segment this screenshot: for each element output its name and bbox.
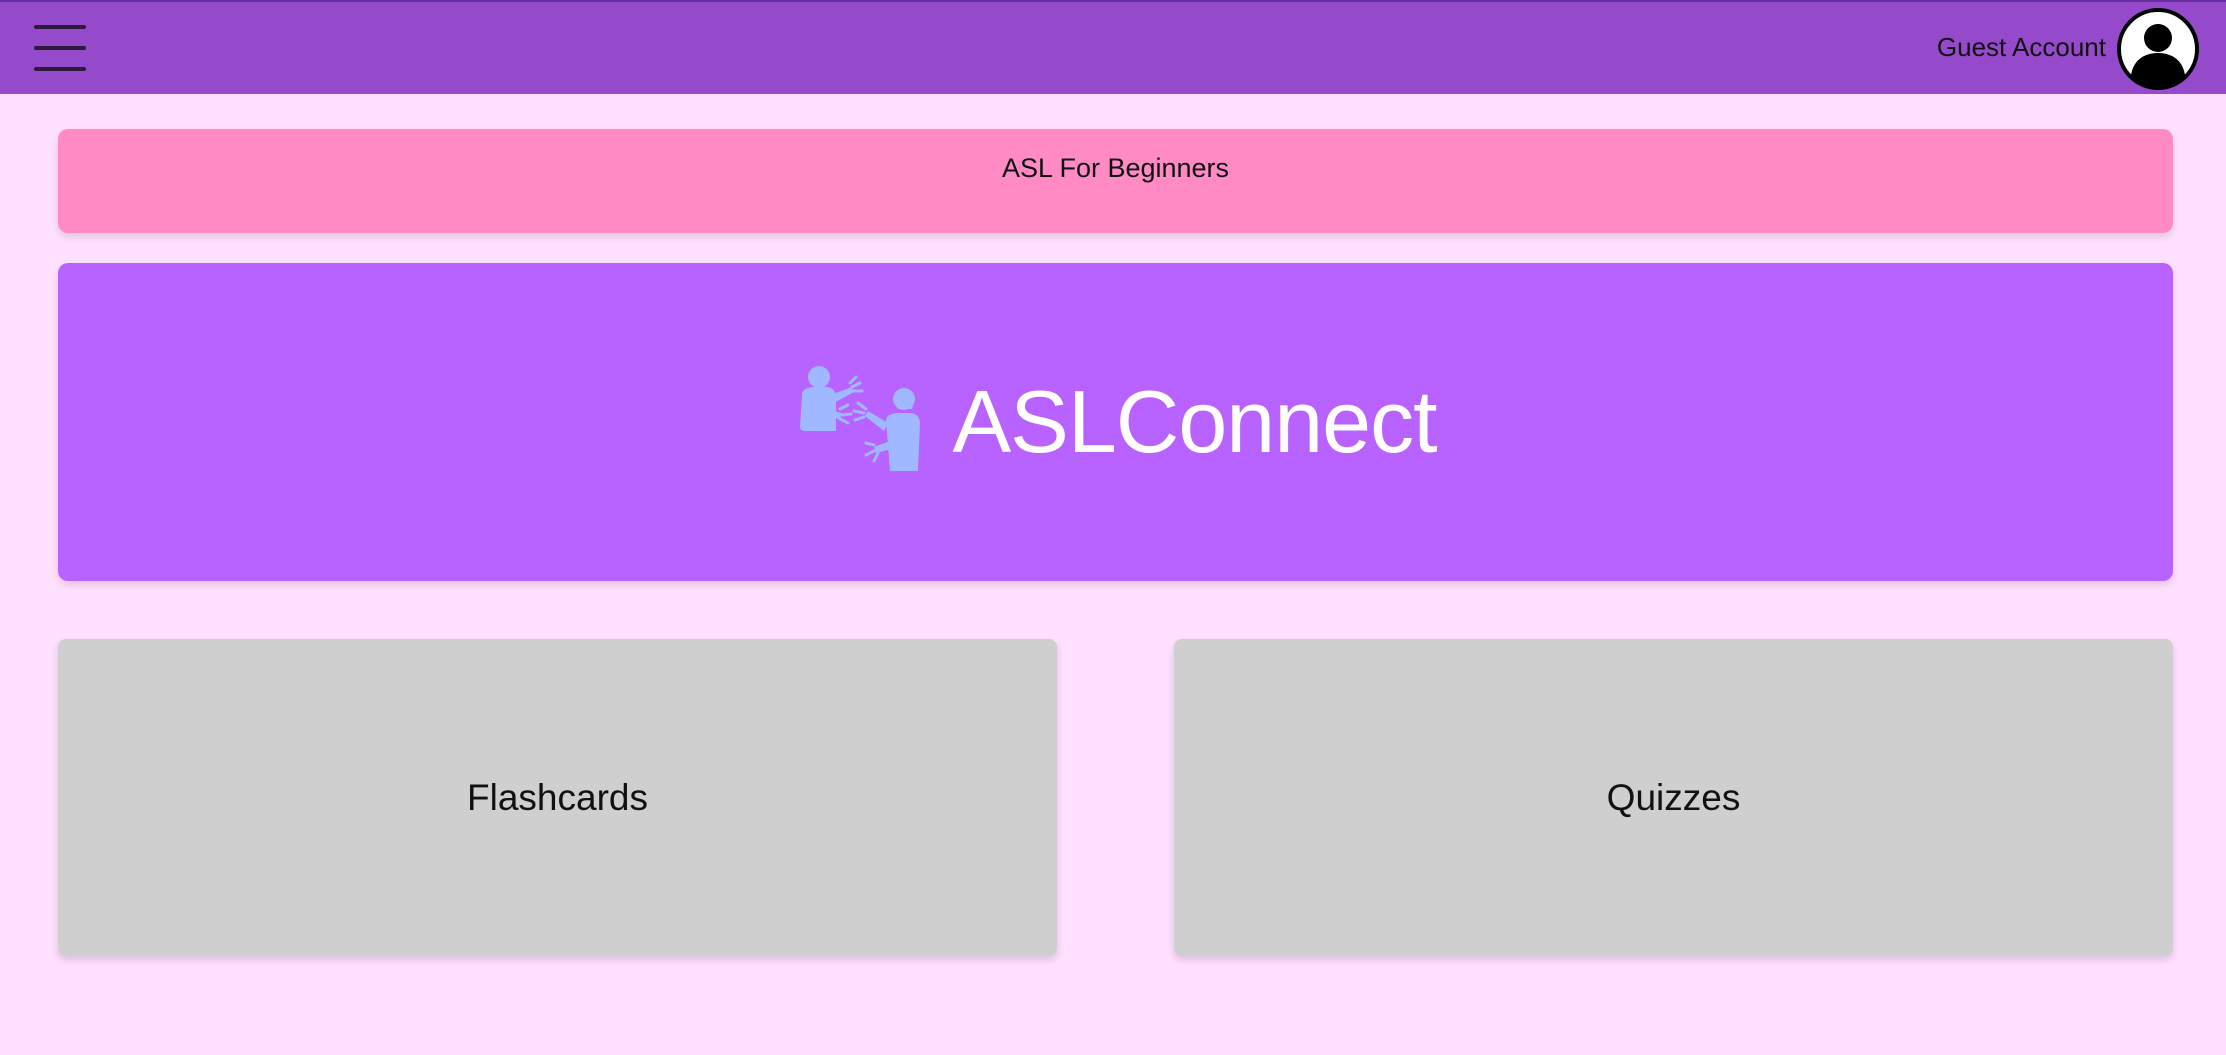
quizzes-card[interactable]: Quizzes bbox=[1174, 639, 2173, 956]
hamburger-menu-icon[interactable] bbox=[28, 22, 92, 74]
subtitle-banner: ASL For Beginners bbox=[58, 129, 2173, 233]
top-navigation-bar: Guest Account bbox=[0, 0, 2226, 94]
flashcards-card[interactable]: Flashcards bbox=[58, 639, 1057, 956]
account-label[interactable]: Guest Account bbox=[1937, 32, 2106, 63]
hero-content: ASLConnect bbox=[58, 263, 2173, 581]
hero-banner: ASLConnect bbox=[58, 263, 2173, 581]
menu-bar-line bbox=[34, 67, 86, 71]
flashcards-label: Flashcards bbox=[467, 776, 648, 818]
quizzes-label: Quizzes bbox=[1606, 776, 1741, 818]
people-signing-icon bbox=[800, 366, 921, 471]
brand-name: ASLConnect bbox=[952, 372, 1437, 471]
user-avatar-icon[interactable] bbox=[2116, 7, 2200, 91]
menu-bar-line bbox=[34, 25, 86, 29]
subtitle-text: ASL For Beginners bbox=[1001, 153, 1230, 183]
menu-bar-line bbox=[34, 46, 86, 50]
